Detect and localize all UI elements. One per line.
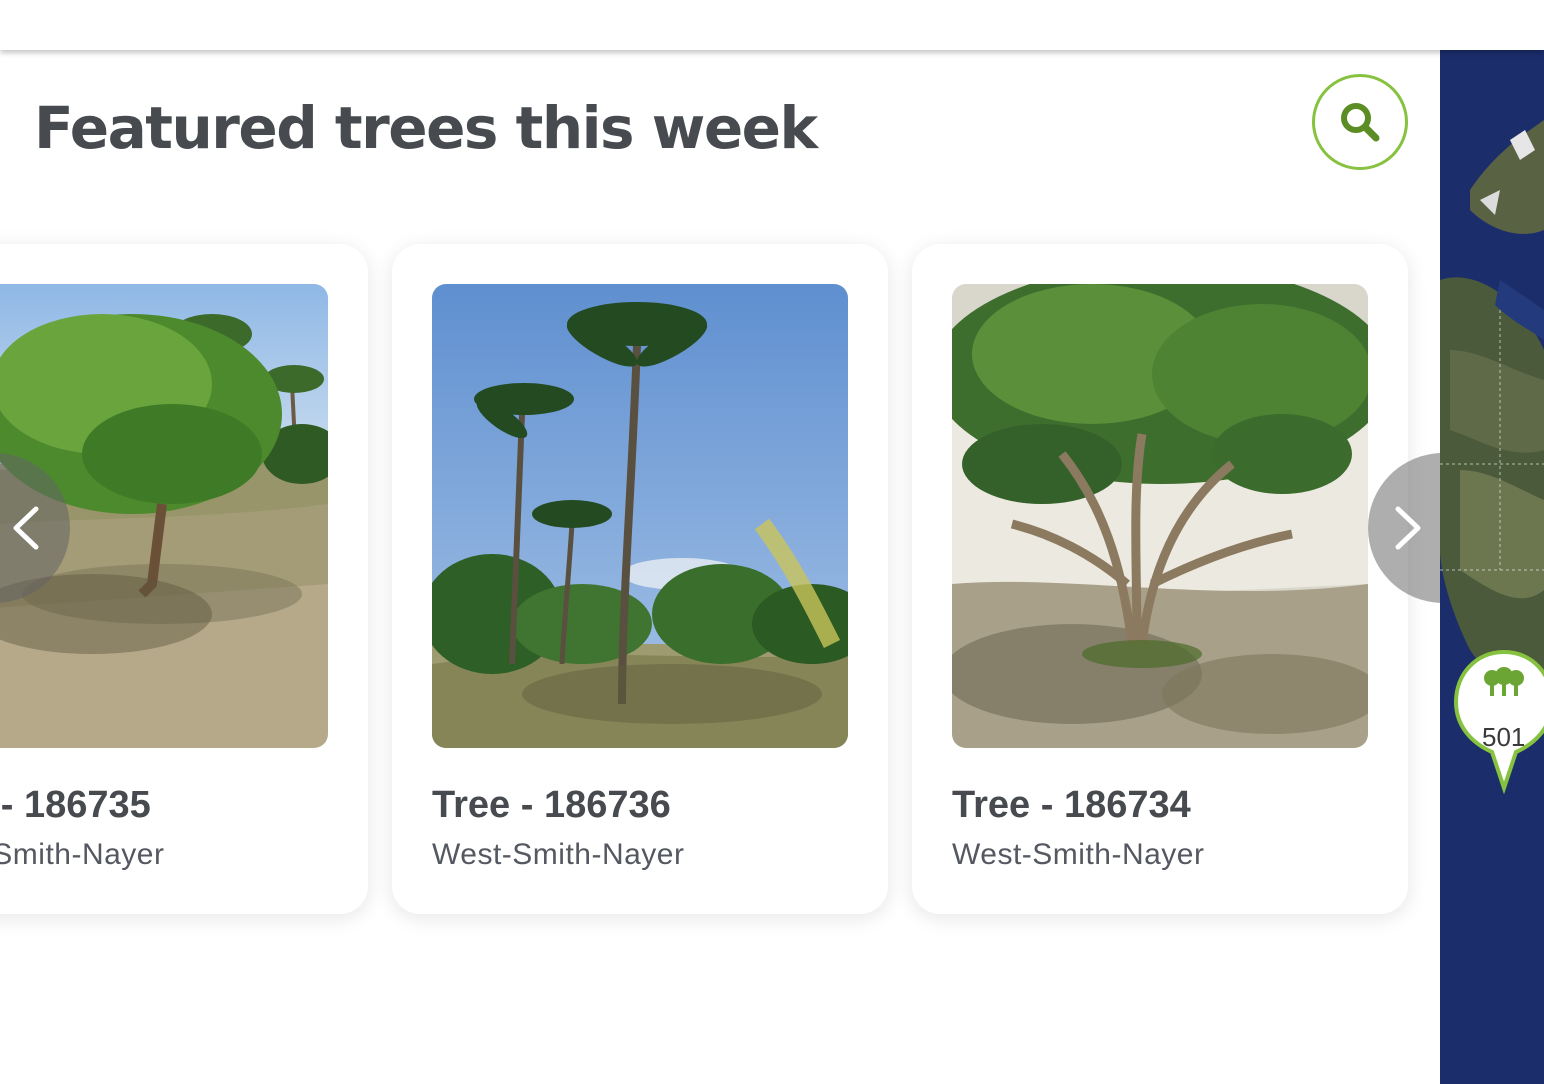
tree-name: Tree - 186735 [0,784,151,826]
tree-photo [952,284,1368,748]
top-bar [0,0,1544,50]
tree-location: West-Smith-Nayer [432,838,685,871]
tree-name: Tree - 186734 [952,784,1191,826]
tree-location: West-Smith-Nayer [952,838,1205,871]
chevron-left-icon [13,506,39,550]
chevron-right-icon [1395,506,1421,550]
tree-photo [432,284,848,748]
tree-location: West-Smith-Nayer [0,838,165,871]
tree-cluster-icon [1484,667,1524,696]
featured-trees-panel: Featured trees this week - 186735 Smith-… [0,50,1440,1084]
map-view[interactable]: 501 [1440,50,1544,1084]
tree-card[interactable]: Tree - 186734 West-Smith-Nayer [912,244,1408,914]
tree-name: Tree - 186736 [432,784,671,826]
search-icon [1341,103,1380,142]
page-title: Featured trees this week [34,94,818,162]
search-button[interactable] [1312,74,1408,170]
tree-card[interactable]: Tree - 186735 West-Smith-Nayer [0,244,368,914]
cluster-count: 501 [1482,722,1526,752]
tree-card[interactable]: Tree - 186736 West-Smith-Nayer [392,244,888,914]
map-satellite-image [1440,50,1544,1084]
